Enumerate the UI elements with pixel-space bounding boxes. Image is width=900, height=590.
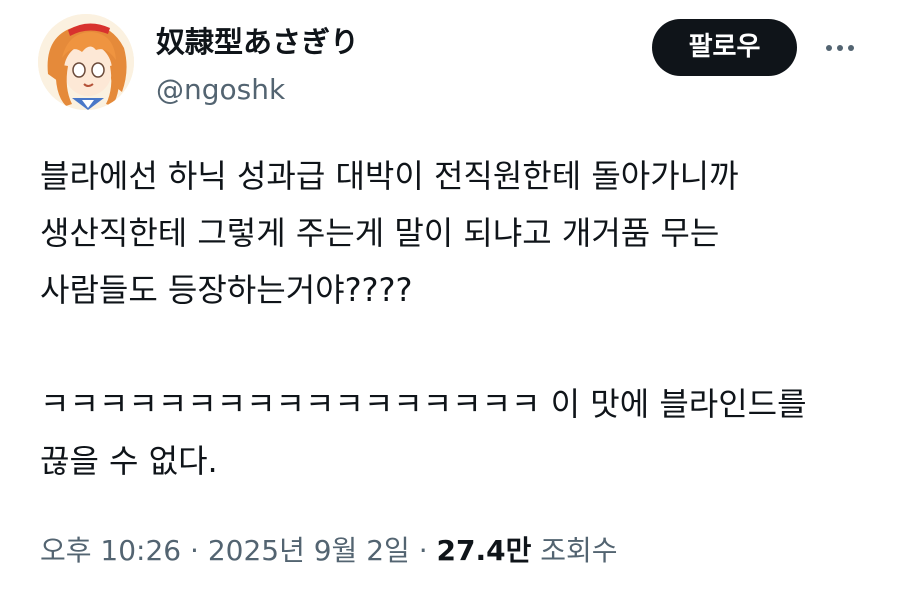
follow-button[interactable]: 팔로우: [652, 19, 797, 76]
tweet-header: 奴隷型あさぎり @ngoshk 팔로우: [38, 14, 868, 114]
more-dot: [837, 45, 843, 51]
views-label: 조회수: [531, 534, 618, 567]
tweet-line: 생산직한테 그렇게 주는게 말이 되냐고 개거품 무는: [40, 214, 720, 252]
user-names: 奴隷型あさぎり @ngoshk: [156, 22, 359, 110]
meta-separator: ·: [409, 534, 437, 567]
tweet-text: 블라에선 하닉 성과급 대박이 전직원한테 돌아가니까 생산직한테 그렇게 주는…: [40, 148, 870, 490]
user-handle[interactable]: @ngoshk: [156, 70, 359, 110]
display-name[interactable]: 奴隷型あさぎり: [156, 22, 359, 62]
tweet-date[interactable]: 2025년 9월 2일: [208, 534, 410, 567]
tweet-line: 끊을 수 없다.: [40, 442, 218, 480]
anime-girl-avatar-icon: [38, 14, 134, 110]
tweet-line: 블라에선 하닉 성과급 대박이 전직원한테 돌아가니까: [40, 157, 739, 195]
more-dot: [848, 45, 854, 51]
avatar[interactable]: [38, 14, 134, 110]
views-count: 27.4만: [436, 534, 532, 567]
tweet-time[interactable]: 오후 10:26: [40, 534, 181, 567]
tweet-card: 奴隷型あさぎり @ngoshk 팔로우 블라에선 하닉 성과급 대박이 전직원한…: [0, 0, 900, 590]
tweet-line: 사람들도 등장하는거야????: [40, 271, 413, 309]
tweet-meta: 오후 10:26 · 2025년 9월 2일 · 27.4만 조회수: [40, 531, 618, 571]
meta-separator: ·: [181, 534, 208, 567]
tweet-line: ㅋㅋㅋㅋㅋㅋㅋㅋㅋㅋㅋㅋㅋㅋㅋㅋㅋ 이 맛에 블라인드를: [40, 385, 807, 423]
more-dots-icon[interactable]: [818, 26, 862, 70]
more-dot: [826, 45, 832, 51]
